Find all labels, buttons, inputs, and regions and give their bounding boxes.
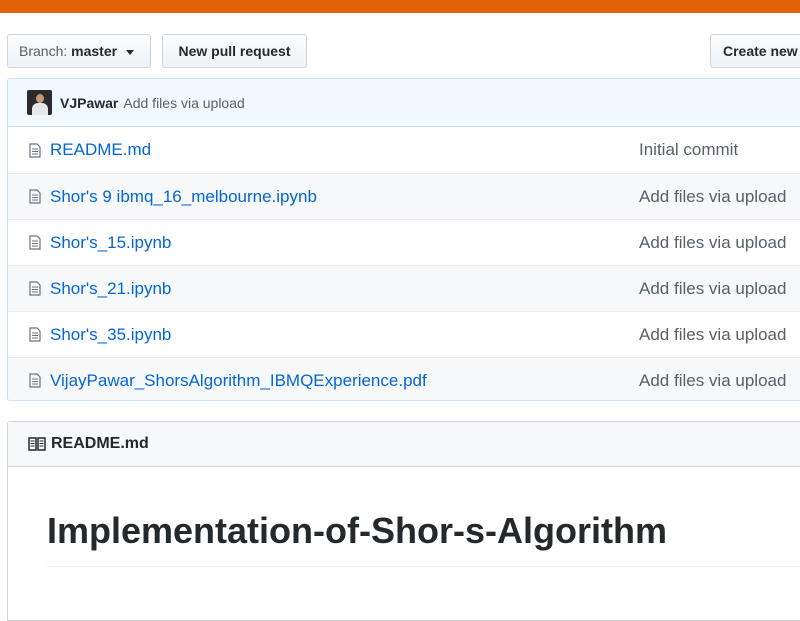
file-name-link[interactable]: Shor's 9 ibmq_16_melbourne.ipynb — [50, 187, 317, 207]
caret-down-icon — [125, 49, 134, 55]
file-commit-message[interactable]: Add files via upload — [639, 279, 786, 299]
branch-label: Branch: — [19, 43, 68, 59]
file-icon — [26, 373, 44, 388]
branch-select-button[interactable]: Branch: master — [7, 34, 151, 68]
avatar[interactable] — [27, 90, 52, 115]
file-row: Shor's 9 ibmq_16_melbourne.ipynb Add file… — [8, 173, 800, 219]
file-row: Shor's_21.ipynb Add files via upload — [8, 265, 800, 311]
file-icon — [26, 142, 44, 158]
branch-name: master — [71, 43, 118, 59]
file-commit-message[interactable]: Add files via upload — [639, 187, 786, 207]
file-row: Shor's_35.ipynb Add files via upload — [8, 311, 800, 357]
latest-commit-bar: VJPawar Add files via upload — [8, 79, 800, 127]
file-row: VijayPawar_ShorsAlgorithm_IBMQExperience… — [8, 357, 800, 400]
readme-header: README.md — [8, 422, 800, 467]
new-pull-request-button[interactable]: New pull request — [162, 34, 307, 68]
file-icon — [26, 327, 44, 342]
file-commit-message[interactable]: Add files via upload — [639, 233, 786, 253]
file-name-link[interactable]: README.md — [50, 140, 151, 160]
commit-author[interactable]: VJPawar — [60, 95, 118, 111]
file-commit-message[interactable]: Initial commit — [639, 140, 738, 160]
commit-message[interactable]: Add files via upload — [123, 95, 244, 111]
book-icon — [28, 437, 46, 451]
readme-header-title: README.md — [51, 435, 149, 452]
file-name-link[interactable]: Shor's_21.ipynb — [50, 279, 171, 299]
readme-title: Implementation-of-Shor-s-Algorithm — [47, 510, 667, 551]
file-name-link[interactable]: VijayPawar_ShorsAlgorithm_IBMQExperience… — [50, 371, 427, 391]
file-row: README.md Initial commit — [8, 127, 800, 173]
file-commit-message[interactable]: Add files via upload — [639, 325, 786, 345]
divider — [47, 566, 800, 567]
file-commit-message[interactable]: Add files via upload — [639, 371, 786, 391]
file-list: VJPawar Add files via upload README.md In… — [7, 78, 800, 401]
file-icon — [26, 281, 44, 296]
file-name-link[interactable]: Shor's_35.ipynb — [50, 325, 171, 345]
create-new-file-button[interactable]: Create new file — [710, 34, 800, 68]
top-accent-bar — [0, 0, 800, 13]
readme-panel: README.md Implementation-of-Shor-s-Algor… — [7, 421, 800, 621]
file-name-link[interactable]: Shor's_15.ipynb — [50, 233, 171, 253]
file-icon — [26, 189, 44, 204]
file-row: Shor's_15.ipynb Add files via upload — [8, 219, 800, 265]
file-icon — [26, 235, 44, 250]
